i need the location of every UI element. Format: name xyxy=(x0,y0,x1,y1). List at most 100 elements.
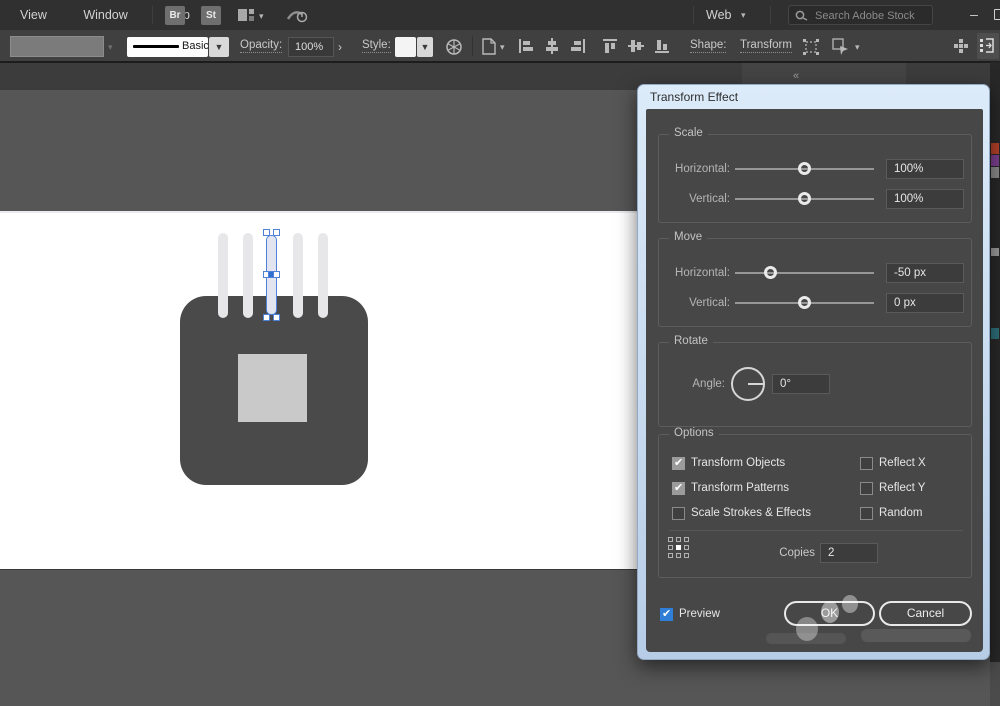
selection-handle[interactable] xyxy=(273,229,280,236)
preview-option[interactable]: Preview xyxy=(660,604,720,624)
scale-strokes-effects-checkbox[interactable] xyxy=(672,507,685,520)
free-transform-icon[interactable] xyxy=(802,38,820,56)
random-checkbox[interactable] xyxy=(860,507,873,520)
search-placeholder: Search Adobe Stock xyxy=(815,7,915,25)
ok-button[interactable]: OK xyxy=(784,601,875,626)
opacity-more-button[interactable]: › xyxy=(338,37,342,57)
reference-point-locator[interactable] xyxy=(668,537,692,561)
align-top-icon[interactable] xyxy=(602,38,618,54)
align-left-icon[interactable] xyxy=(518,38,534,54)
move-horizontal-slider[interactable] xyxy=(735,272,874,274)
isolate-chevron-icon[interactable]: ▾ xyxy=(855,42,860,53)
scale-vertical-slider[interactable] xyxy=(735,198,874,200)
slider-thumb[interactable] xyxy=(798,192,811,205)
panel-chip-icon[interactable] xyxy=(991,328,999,339)
reflect-x-option[interactable]: Reflect X xyxy=(860,453,926,473)
selected-pin-with-handles[interactable] xyxy=(263,229,281,323)
scale-horizontal-input[interactable]: 100% xyxy=(886,159,964,179)
align-right-icon[interactable] xyxy=(570,38,586,54)
opacity-input[interactable]: 100% xyxy=(288,37,334,57)
recolor-artwork-icon[interactable] xyxy=(445,38,463,56)
panel-chip-icon[interactable] xyxy=(991,248,999,256)
options-group: Options Transform Objects Transform Patt… xyxy=(658,434,972,578)
shape-label[interactable]: Shape: xyxy=(690,39,726,53)
minimize-window-button[interactable]: – xyxy=(962,0,986,30)
style-label[interactable]: Style: xyxy=(362,39,391,53)
stroke-preset-dropdown[interactable]: Basic xyxy=(127,37,208,57)
angle-input[interactable]: 0° xyxy=(772,374,830,394)
transform-patterns-option[interactable]: Transform Patterns xyxy=(672,478,789,498)
panel-chip-icon[interactable] xyxy=(991,155,999,166)
workspace-chevron-icon[interactable]: ▾ xyxy=(741,0,746,30)
options-legend: Options xyxy=(669,427,719,439)
sync-settings-icon[interactable] xyxy=(286,7,310,24)
artwork-pin[interactable] xyxy=(243,233,253,318)
workspace-switcher[interactable]: Web xyxy=(706,0,731,30)
transform-patterns-checkbox[interactable] xyxy=(672,482,685,495)
toolbar-divider xyxy=(472,36,473,56)
random-option[interactable]: Random xyxy=(860,503,922,523)
slider-thumb[interactable] xyxy=(798,296,811,309)
watermark-blob xyxy=(861,629,971,642)
transform-effect-dialog: Transform Effect Scale Horizontal: 100% … xyxy=(637,84,990,660)
dialog-body: Scale Horizontal: 100% Vertical: 100% Mo… xyxy=(646,109,983,652)
scale-strokes-effects-option[interactable]: Scale Strokes & Effects xyxy=(672,503,811,523)
panel-toggle-button[interactable] xyxy=(977,33,999,59)
menu-view[interactable]: View xyxy=(0,0,63,30)
artwork-inner-square[interactable] xyxy=(238,354,307,422)
move-vertical-slider[interactable] xyxy=(735,302,874,304)
checkbox-label: Random xyxy=(879,507,922,519)
fill-chevron-icon[interactable]: ▾ xyxy=(108,42,113,53)
selection-handle[interactable] xyxy=(263,314,270,321)
document-setup-icon[interactable] xyxy=(480,38,497,55)
restore-window-button[interactable] xyxy=(994,9,1000,20)
panel-chip-icon[interactable] xyxy=(991,143,999,154)
transform-objects-option[interactable]: Transform Objects xyxy=(672,453,785,473)
panel-toggle-icon xyxy=(980,38,996,54)
transform-objects-checkbox[interactable] xyxy=(672,457,685,470)
artwork-pin[interactable] xyxy=(318,233,328,318)
document-setup-chevron-icon[interactable]: ▾ xyxy=(500,42,505,53)
artwork-pin[interactable] xyxy=(218,233,228,318)
menu-bar: View Window Help Br St ▾ Web ▾ Search Ad… xyxy=(0,0,1000,30)
selection-handle[interactable] xyxy=(273,271,280,278)
arrange-documents-chevron-icon[interactable]: ▾ xyxy=(259,11,264,22)
arrange-documents-icon[interactable] xyxy=(237,8,255,22)
align-horizontal-center-icon[interactable] xyxy=(544,38,560,54)
checkbox-label: Scale Strokes & Effects xyxy=(691,507,811,519)
move-horizontal-input[interactable]: -50 px xyxy=(886,263,964,283)
slider-thumb[interactable] xyxy=(798,162,811,175)
angle-dial-needle xyxy=(748,383,763,385)
align-vertical-center-icon[interactable] xyxy=(628,38,644,54)
move-vertical-input[interactable]: 0 px xyxy=(886,293,964,313)
workspace-grid-icon[interactable] xyxy=(953,38,969,54)
opacity-label[interactable]: Opacity: xyxy=(240,39,282,53)
angle-dial[interactable] xyxy=(731,367,765,401)
dialog-title: Transform Effect xyxy=(650,85,738,109)
selection-handle[interactable] xyxy=(263,229,270,236)
cancel-button[interactable]: Cancel xyxy=(879,601,972,626)
copies-input[interactable]: 2 xyxy=(820,543,878,563)
style-swatch[interactable] xyxy=(395,37,416,57)
selection-handle[interactable] xyxy=(273,314,280,321)
stroke-chevron-button[interactable]: ▼ xyxy=(209,37,229,57)
isolate-selection-icon[interactable] xyxy=(832,38,850,56)
artwork-pin[interactable] xyxy=(293,233,303,318)
reflect-x-checkbox[interactable] xyxy=(860,457,873,470)
reflect-y-checkbox[interactable] xyxy=(860,482,873,495)
menu-window[interactable]: Window xyxy=(67,0,143,30)
style-chevron-button[interactable]: ▼ xyxy=(417,37,433,57)
adobe-stock-search-input[interactable]: Search Adobe Stock xyxy=(788,5,933,25)
scale-horizontal-slider[interactable] xyxy=(735,168,874,170)
scale-vertical-input[interactable]: 100% xyxy=(886,189,964,209)
transform-panel-link[interactable]: Transform xyxy=(740,39,792,53)
panel-chip-icon[interactable] xyxy=(991,167,999,178)
fill-color-swatch[interactable] xyxy=(10,36,104,57)
stock-button[interactable]: St xyxy=(201,6,221,25)
reflect-y-option[interactable]: Reflect Y xyxy=(860,478,925,498)
bridge-button[interactable]: Br xyxy=(165,6,185,25)
align-bottom-icon[interactable] xyxy=(654,38,670,54)
preview-checkbox[interactable] xyxy=(660,608,673,621)
rotate-legend: Rotate xyxy=(669,335,713,347)
slider-thumb[interactable] xyxy=(764,266,777,279)
